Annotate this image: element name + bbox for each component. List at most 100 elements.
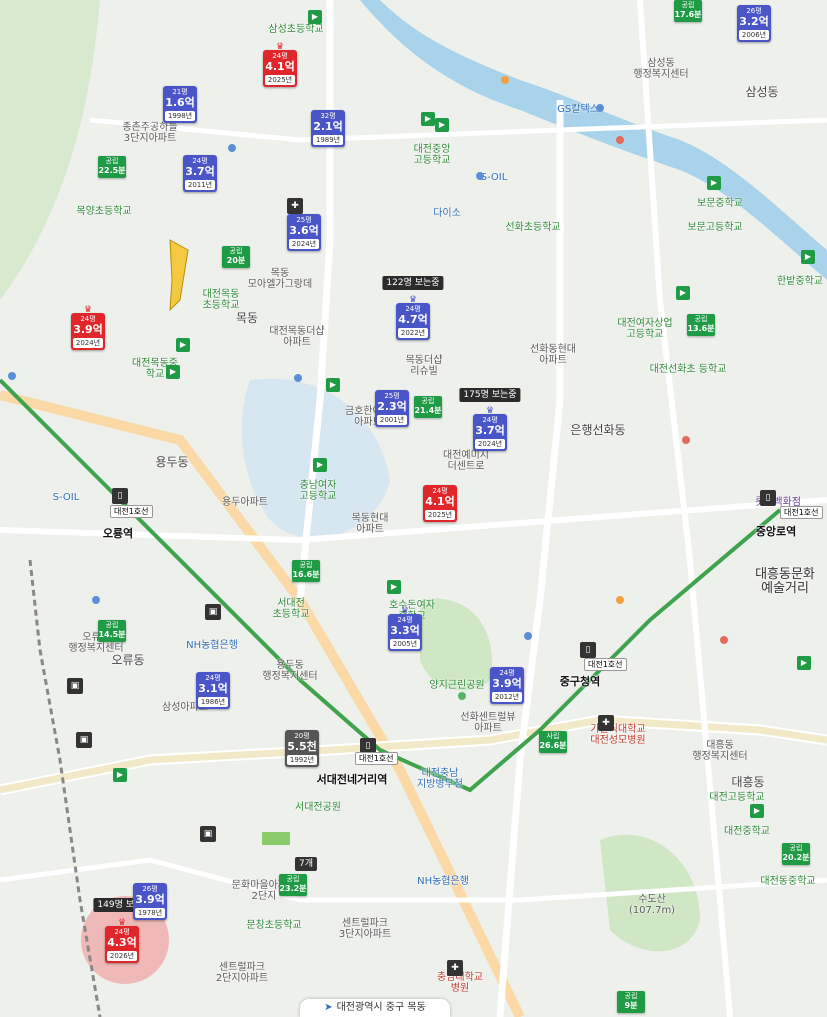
school-marker[interactable]: 공립 14.5분 xyxy=(98,620,126,642)
apt-year: 2025년 xyxy=(265,75,295,85)
complex-label: 용두아파트 xyxy=(222,497,268,508)
apartment-marker[interactable]: 26평 3.9억 1978년 xyxy=(133,883,167,920)
apartment-marker[interactable]: 25평 2.3억 2001년 xyxy=(375,390,409,427)
school-type: 공립 xyxy=(624,992,638,1000)
poi-dot[interactable] xyxy=(228,144,236,152)
apartment-marker[interactable]: 26평 3.2억 2006년 xyxy=(737,5,771,42)
school-flag-icon[interactable]: ▶ xyxy=(326,378,340,392)
poi-dot[interactable] xyxy=(8,372,16,380)
school-label: 대전중앙 고등학교 xyxy=(413,144,451,166)
school-marker[interactable]: 공립 17.6분 xyxy=(674,0,702,22)
line-tag: 대전1호선 xyxy=(584,658,627,671)
cluster-count-badge[interactable]: 7개 xyxy=(294,857,318,871)
apartment-marker[interactable]: ♛ 24평 4.7억 2022년 xyxy=(396,296,430,340)
school-marker[interactable]: 공립 16.6분 xyxy=(292,560,320,582)
school-marker[interactable]: 사립 26.6분 xyxy=(539,731,567,753)
school-distance: 22.5분 xyxy=(98,166,126,175)
district-label: 용두동 xyxy=(155,455,189,469)
subway-pin-icon[interactable]: ▯ xyxy=(112,488,128,504)
apt-year: 2024년 xyxy=(73,338,103,348)
apartment-marker[interactable]: ♛ 24평 3.7억 2024년 xyxy=(473,407,507,451)
apartment-marker-selected[interactable]: ♛ 24평 4.3억 2026년 xyxy=(105,919,139,963)
subway-pin-icon[interactable]: ▯ xyxy=(580,642,596,658)
school-flag-icon[interactable]: ▶ xyxy=(435,118,449,132)
hospital-pin-icon[interactable]: ✚ xyxy=(598,715,614,731)
apartment-marker[interactable]: 32평 2.1억 1989년 xyxy=(311,110,345,147)
apt-year: 2022년 xyxy=(398,328,428,338)
poi-dot[interactable] xyxy=(92,596,100,604)
poi-dot[interactable] xyxy=(682,436,690,444)
poi-dot[interactable] xyxy=(616,596,624,604)
school-flag-icon[interactable]: ▶ xyxy=(113,768,127,782)
poi-dot[interactable] xyxy=(720,636,728,644)
complex-label: 센트럴파크 3단지아파트 xyxy=(338,918,392,940)
apt-price: 3.7억 xyxy=(475,424,505,437)
apartment-marker[interactable]: ♛ 24평 4.1억 2025년 xyxy=(263,43,297,87)
apartment-marker[interactable]: 25평 3.6억 2024년 xyxy=(287,214,321,251)
school-type: 공립 xyxy=(299,561,313,569)
poi-dot[interactable] xyxy=(294,374,302,382)
place-label: 서대전공원 xyxy=(295,802,341,813)
address-bar[interactable]: ➤ 대전광역시 중구 목동 xyxy=(300,999,450,1017)
apartment-marker[interactable]: 20평 5.5천 1992년 xyxy=(285,730,319,767)
school-marker[interactable]: 공립 9분 xyxy=(617,991,645,1013)
map-canvas[interactable]: 삼성동 목동 용두동 은행선화동 오류동 대흥동 대흥동문화 예술거리 서대전네… xyxy=(0,0,827,1017)
school-label: 삼성초등학교 xyxy=(268,24,324,35)
apt-price: 3.9억 xyxy=(73,323,103,336)
apartment-marker[interactable]: ♛ 24평 3.9억 2024년 xyxy=(71,306,105,350)
poi-dot[interactable] xyxy=(616,136,624,144)
apartment-marker[interactable]: 21평 1.6억 1998년 xyxy=(163,86,197,123)
school-marker[interactable]: 공립 23.2분 xyxy=(279,874,307,896)
school-label: 충남여자 고등학교 xyxy=(299,480,337,502)
school-flag-icon[interactable]: ▶ xyxy=(308,10,322,24)
viewer-count-tooltip: 175명 보는중 xyxy=(459,388,521,402)
school-flag-icon[interactable]: ▶ xyxy=(421,112,435,126)
complex-label: 선화센트럴뷰 아파트 xyxy=(460,712,516,734)
apt-year: 2026년 xyxy=(107,951,137,961)
station-seodaejeon[interactable]: 서대전네거리역 xyxy=(317,773,388,786)
apartment-marker[interactable]: ♛ 24평 3.3억 2005년 xyxy=(388,607,422,651)
place-label: 대전충남 지방병무청 xyxy=(417,768,463,790)
shop-pin-icon[interactable]: ▣ xyxy=(205,604,221,620)
school-label: 보문중학교 xyxy=(697,198,743,209)
poi-dot[interactable] xyxy=(524,632,532,640)
school-flag-icon[interactable]: ▶ xyxy=(313,458,327,472)
poi-label: GS칼텍스 xyxy=(557,104,599,115)
school-marker[interactable]: 공립 22.5분 xyxy=(98,156,126,178)
apt-year: 1978년 xyxy=(135,908,165,918)
station-oryong[interactable]: 오룡역 xyxy=(103,527,133,540)
poi-dot[interactable] xyxy=(501,76,509,84)
school-flag-icon[interactable]: ▶ xyxy=(387,580,401,594)
school-marker[interactable]: 공립 20.2분 xyxy=(782,843,810,865)
station-jungang[interactable]: 중앙로역 xyxy=(756,525,796,538)
apartment-marker[interactable]: 24평 4.1억 2025년 xyxy=(423,485,457,522)
road-vertical-2 xyxy=(496,100,564,1017)
poi-dot[interactable] xyxy=(596,104,604,112)
apartment-marker[interactable]: 24평 3.9억 2012년 xyxy=(490,667,524,704)
school-flag-icon[interactable]: ▶ xyxy=(176,338,190,352)
school-flag-icon[interactable]: ▶ xyxy=(801,250,815,264)
school-marker[interactable]: 공립 13.6분 xyxy=(687,314,715,336)
school-flag-icon[interactable]: ▶ xyxy=(707,176,721,190)
road-horizontal-4 xyxy=(0,857,827,903)
shop-pin-icon[interactable]: ▣ xyxy=(67,678,83,694)
station-jungguchung[interactable]: 중구청역 xyxy=(560,675,600,688)
shop-pin-icon[interactable]: ▣ xyxy=(76,732,92,748)
hospital-pin-icon[interactable]: ✚ xyxy=(447,960,463,976)
apartment-marker[interactable]: 24평 3.1억 1986년 xyxy=(196,672,230,709)
school-marker[interactable]: 공립 21.4분 xyxy=(414,396,442,418)
subway-pin-icon[interactable]: ▯ xyxy=(760,490,776,506)
school-flag-icon[interactable]: ▶ xyxy=(797,656,811,670)
school-marker[interactable]: 공립 20분 xyxy=(222,246,250,268)
poi-dot[interactable] xyxy=(476,172,484,180)
poi-dot[interactable] xyxy=(458,692,466,700)
school-label: 대전고등학교 xyxy=(709,792,765,803)
apartment-marker[interactable]: 24평 3.7억 2011년 xyxy=(183,155,217,192)
hospital-pin-icon[interactable]: ✚ xyxy=(287,198,303,214)
school-flag-icon[interactable]: ▶ xyxy=(750,804,764,818)
school-label: 목양초등학교 xyxy=(76,206,132,217)
school-flag-icon[interactable]: ▶ xyxy=(676,286,690,300)
school-flag-icon[interactable]: ▶ xyxy=(166,365,180,379)
shop-pin-icon[interactable]: ▣ xyxy=(200,826,216,842)
school-label: 선화초등학교 xyxy=(505,222,561,233)
